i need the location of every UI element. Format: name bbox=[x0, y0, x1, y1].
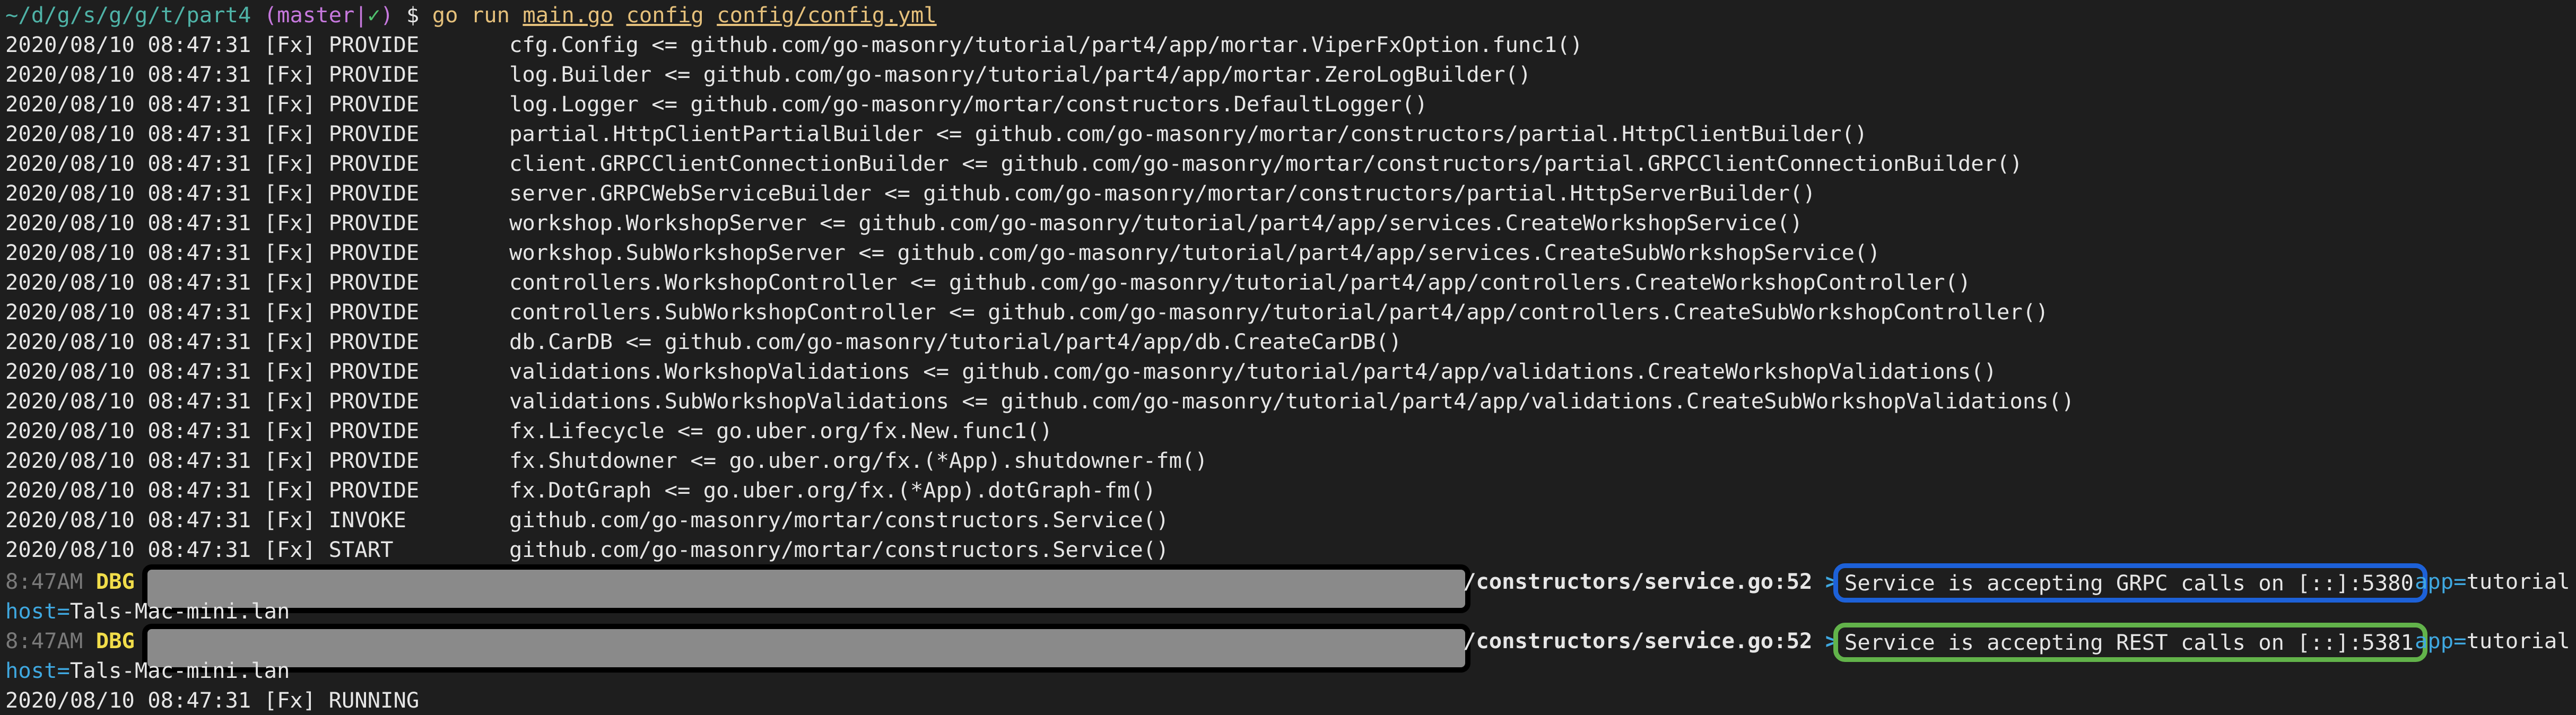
host-field: host=Tals-Mac-mini.lan bbox=[5, 596, 290, 626]
log-prefix: 2020/08/10 08:47:31 [Fx] PROVIDE bbox=[5, 477, 420, 503]
log-prefix: 2020/08/10 08:47:31 [Fx] PROVIDE bbox=[5, 62, 420, 87]
log-message: workshop.WorkshopServer <= github.com/go… bbox=[509, 210, 1803, 236]
command-arg: config bbox=[626, 2, 704, 28]
git-clean-check-icon: ✓ bbox=[367, 2, 381, 28]
log-message: github.com/go-masonry/mortar/constructor… bbox=[509, 537, 1169, 562]
grpc-message: Service is accepting GRPC calls on [::]:… bbox=[1844, 570, 2414, 596]
grpc-message-highlight: Service is accepting GRPC calls on [::]:… bbox=[1833, 563, 2427, 603]
log-line: 2020/08/10 08:47:31 [Fx] PROVIDE log.Logg… bbox=[5, 89, 1428, 119]
log-prefix: 2020/08/10 08:47:31 [Fx] PROVIDE bbox=[5, 210, 420, 236]
log-line: 2020/08/10 08:47:31 [Fx] PROVIDE client.G… bbox=[5, 149, 2023, 178]
log-line: 2020/08/10 08:47:31 [Fx] PROVIDE fx.Shutd… bbox=[5, 446, 1208, 475]
log-message: db.CarDB <= github.com/go-masonry/tutori… bbox=[509, 329, 1402, 354]
log-message: fx.DotGraph <= go.uber.org/fx.(*App).dot… bbox=[509, 477, 1156, 503]
log-line: 2020/08/10 08:47:31 [Fx] PROVIDE validati… bbox=[5, 356, 1997, 386]
log-message: log.Logger <= github.com/go-masonry/mort… bbox=[509, 91, 1428, 117]
log-prefix: 2020/08/10 08:47:31 [Fx] PROVIDE bbox=[5, 91, 420, 117]
dbg-time: 8:47AM bbox=[5, 628, 83, 653]
log-prefix: 2020/08/10 08:47:31 [Fx] PROVIDE bbox=[5, 359, 420, 384]
dbg-caller: /constructors/service.go:52 > bbox=[1463, 566, 1838, 596]
log-line: 2020/08/10 08:47:31 [Fx] PROVIDE db.CarDB… bbox=[5, 327, 1402, 356]
log-prefix: 2020/08/10 08:47:31 [Fx] PROVIDE bbox=[5, 151, 420, 176]
log-prefix: 2020/08/10 08:47:31 [Fx] PROVIDE bbox=[5, 180, 420, 206]
log-prefix: 2020/08/10 08:47:31 [Fx] PROVIDE bbox=[5, 32, 420, 57]
log-prefix: 2020/08/10 08:47:31 [Fx] PROVIDE bbox=[5, 299, 420, 325]
log-prefix: 2020/08/10 08:47:31 [Fx] PROVIDE bbox=[5, 269, 420, 295]
log-line: 2020/08/10 08:47:31 [Fx] PROVIDE cfg.Conf… bbox=[5, 30, 1583, 59]
command-prompt-line: ~/d/g/s/g/g/t/part4 (master|✓) $ go run … bbox=[5, 0, 937, 30]
caller-path: /constructors/service.go:52 bbox=[1463, 569, 1813, 594]
log-message: server.GRPCWebServiceBuilder <= github.c… bbox=[509, 180, 1816, 206]
host-key: host= bbox=[5, 658, 70, 683]
git-branch-open: (master bbox=[264, 2, 355, 28]
log-line: 2020/08/10 08:47:31 [Fx] PROVIDE validati… bbox=[5, 386, 2074, 416]
dbg-log-line-grpc: 8:47AM DBG bbox=[5, 566, 135, 596]
prompt-dollar: $ bbox=[406, 2, 420, 28]
log-line: 2020/08/10 08:47:31 [Fx] INVOKE github.co… bbox=[5, 505, 1169, 535]
log-line: 2020/08/10 08:47:31 [Fx] PROVIDE workshop… bbox=[5, 208, 1803, 238]
rest-message-highlight: Service is accepting REST calls on [::]:… bbox=[1833, 623, 2427, 662]
log-message: client.GRPCClientConnectionBuilder <= gi… bbox=[509, 151, 2023, 176]
log-message: partial.HttpClientPartialBuilder <= gith… bbox=[509, 121, 1868, 146]
app-value: tutorial bbox=[2466, 628, 2570, 653]
git-branch-sep: | bbox=[354, 2, 368, 28]
log-line: 2020/08/10 08:47:31 [Fx] PROVIDE controll… bbox=[5, 297, 2049, 327]
log-line: 2020/08/10 08:47:31 [Fx] PROVIDE controll… bbox=[5, 267, 1971, 297]
host-value: Tals-Mac-mini.lan bbox=[69, 658, 290, 683]
log-message: cfg.Config <= github.com/go-masonry/tuto… bbox=[509, 32, 1583, 57]
log-line: 2020/08/10 08:47:31 [Fx] PROVIDE server.G… bbox=[5, 178, 1816, 208]
command-text: go run bbox=[432, 2, 510, 28]
log-prefix: 2020/08/10 08:47:31 [Fx] PROVIDE bbox=[5, 418, 420, 443]
log-prefix: 2020/08/10 08:47:31 [Fx] INVOKE bbox=[5, 507, 406, 533]
log-prefix: 2020/08/10 08:47:31 [Fx] PROVIDE bbox=[5, 121, 420, 146]
host-key: host= bbox=[5, 598, 70, 624]
log-line: 2020/08/10 08:47:31 [Fx] PROVIDE partial.… bbox=[5, 119, 1867, 149]
log-message: fx.Shutdowner <= go.uber.org/fx.(*App).s… bbox=[509, 448, 1208, 473]
dbg-level-badge: DBG bbox=[95, 569, 135, 594]
log-line: 2020/08/10 08:47:31 [Fx] PROVIDE log.Buil… bbox=[5, 59, 1531, 89]
log-message: log.Builder <= github.com/go-masonry/tut… bbox=[509, 62, 1531, 87]
terminal-window[interactable]: ~/d/g/s/g/g/t/part4 (master|✓) $ go run … bbox=[0, 0, 2576, 714]
host-field: host=Tals-Mac-mini.lan bbox=[5, 656, 290, 685]
log-line: 2020/08/10 08:47:31 [Fx] START github.com… bbox=[5, 535, 1169, 564]
rest-message: Service is accepting REST calls on [::]:… bbox=[1844, 630, 2414, 655]
app-field: app=tutorial bbox=[2415, 626, 2570, 656]
dbg-log-line-rest: 8:47AM DBG bbox=[5, 626, 135, 656]
log-message: controllers.WorkshopController <= github… bbox=[509, 269, 1971, 295]
app-value: tutorial bbox=[2466, 569, 2570, 594]
log-message: validations.WorkshopValidations <= githu… bbox=[509, 359, 1997, 384]
redacted-block bbox=[142, 564, 1470, 613]
log-prefix: 2020/08/10 08:47:31 [Fx] PROVIDE bbox=[5, 329, 420, 354]
log-prefix: 2020/08/10 08:47:31 [Fx] PROVIDE bbox=[5, 240, 420, 265]
caller-path: /constructors/service.go:52 bbox=[1463, 628, 1813, 653]
log-message: workshop.SubWorkshopServer <= github.com… bbox=[509, 240, 1881, 265]
command-arg: main.go bbox=[523, 2, 614, 28]
log-message: controllers.SubWorkshopController <= git… bbox=[509, 299, 2049, 325]
host-value: Tals-Mac-mini.lan bbox=[69, 598, 290, 624]
command-arg: config/config.yml bbox=[717, 2, 937, 28]
log-prefix: 2020/08/10 08:47:31 [Fx] PROVIDE bbox=[5, 388, 420, 414]
dbg-time: 8:47AM bbox=[5, 569, 83, 594]
redacted-block bbox=[142, 624, 1470, 673]
log-message: github.com/go-masonry/mortar/constructor… bbox=[509, 507, 1169, 533]
log-line: 2020/08/10 08:47:31 [Fx] PROVIDE workshop… bbox=[5, 238, 1881, 267]
log-prefix: 2020/08/10 08:47:31 [Fx] START bbox=[5, 537, 394, 562]
log-message: fx.Lifecycle <= go.uber.org/fx.New.func1… bbox=[509, 418, 1053, 443]
log-prefix: 2020/08/10 08:47:31 [Fx] PROVIDE bbox=[5, 448, 420, 473]
prompt-path: ~/d/g/s/g/g/t/part4 bbox=[5, 2, 251, 28]
log-message: validations.SubWorkshopValidations <= gi… bbox=[509, 388, 2075, 414]
app-key: app= bbox=[2415, 569, 2467, 594]
running-line: 2020/08/10 08:47:31 [Fx] RUNNING bbox=[5, 687, 420, 713]
log-line: 2020/08/10 08:47:31 [Fx] PROVIDE fx.Lifec… bbox=[5, 416, 1052, 446]
git-branch-close: ) bbox=[380, 2, 394, 28]
dbg-level-badge: DBG bbox=[95, 628, 135, 653]
app-field: app=tutorial bbox=[2415, 566, 2570, 596]
app-key: app= bbox=[2415, 628, 2467, 653]
dbg-caller: /constructors/service.go:52 > bbox=[1463, 626, 1838, 656]
log-line: 2020/08/10 08:47:31 [Fx] PROVIDE fx.DotGr… bbox=[5, 475, 1156, 505]
